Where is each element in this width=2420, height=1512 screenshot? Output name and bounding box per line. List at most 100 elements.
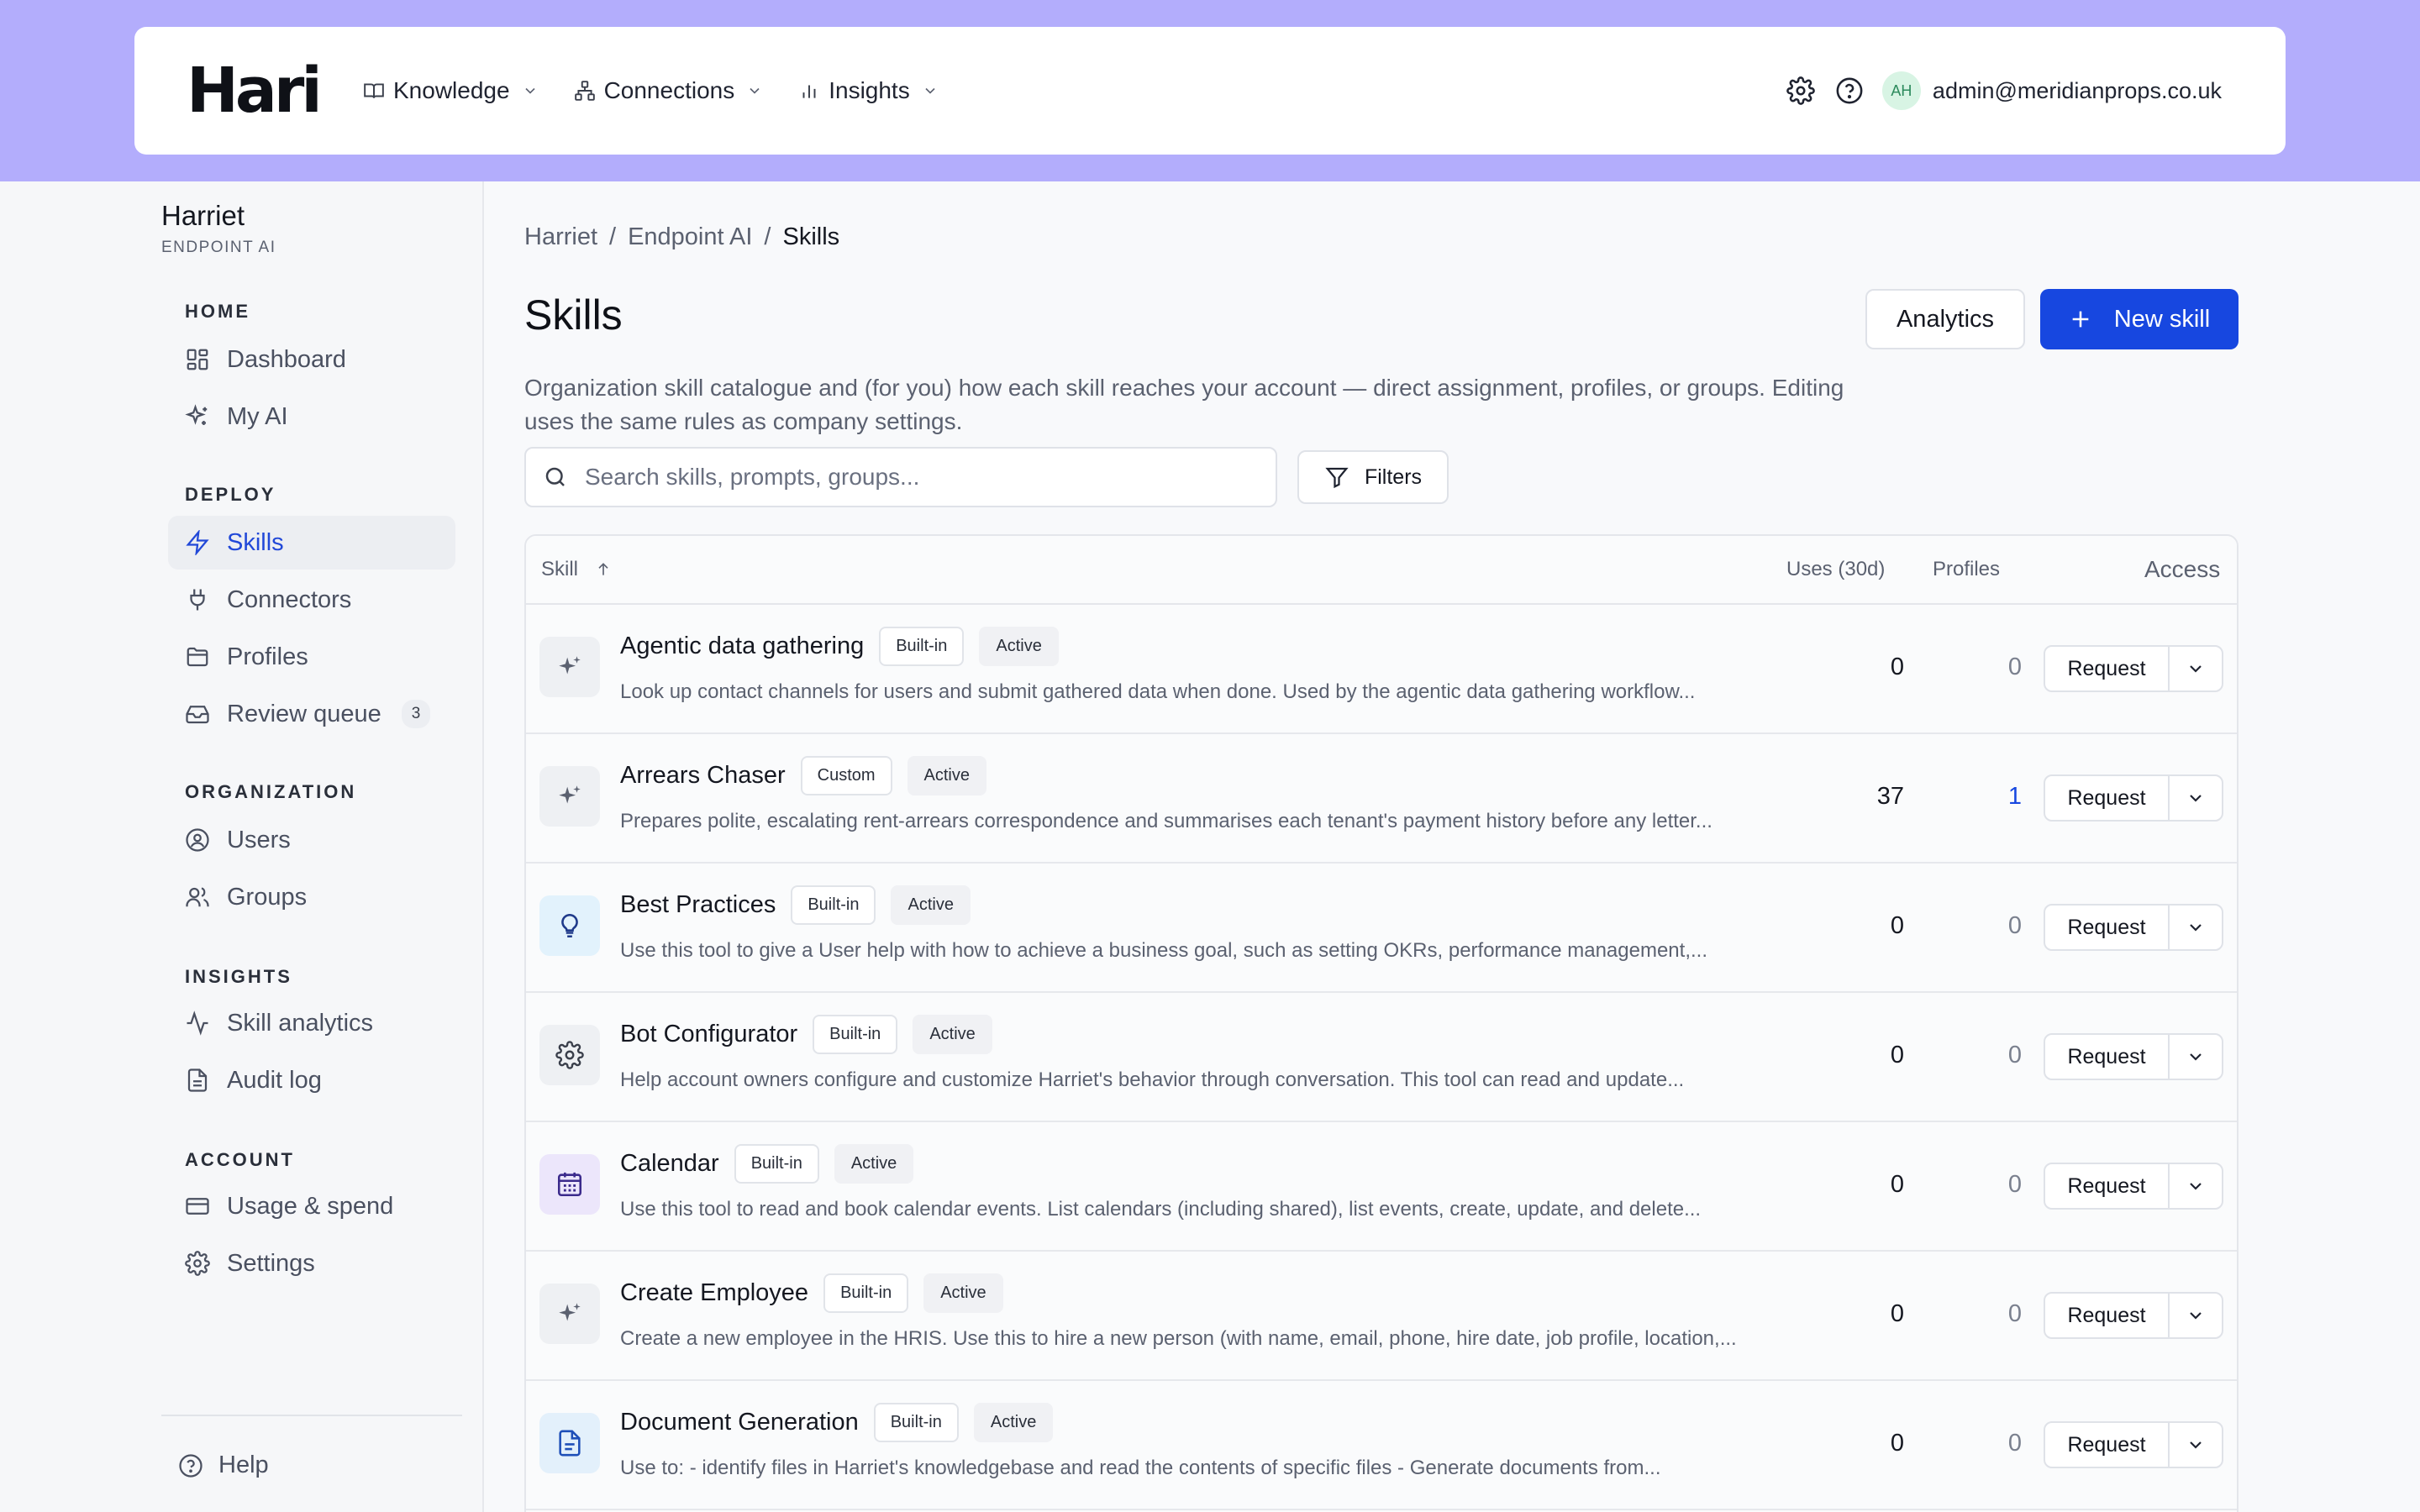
chevron-down-icon [2190, 1053, 2202, 1061]
main-nav: Knowledge Connections Insights [363, 27, 974, 155]
sidebar-item-label: Groups [227, 883, 308, 911]
skill-name[interactable]: Bot Configurator [620, 1021, 797, 1048]
skill-name[interactable]: Calendar [620, 1150, 719, 1178]
sidebar-item-settings[interactable]: Settings [168, 1236, 455, 1290]
nav-knowledge-label: Knowledge [393, 77, 510, 103]
skill-icon-container [539, 766, 600, 827]
table-row[interactable]: Document Generation Built-in Active Use … [526, 1381, 2237, 1510]
table-row[interactable]: Best Practices Built-in Active Use this … [526, 864, 2237, 993]
sidebar-item-profiles[interactable]: Profiles [168, 630, 455, 684]
skill-name-area: Best Practices Built-in Active [620, 885, 971, 925]
skill-icon-container [539, 1413, 600, 1473]
search-input[interactable] [585, 464, 1240, 491]
profiles-count-link[interactable]: 1 [1971, 783, 2022, 811]
request-button[interactable]: Request [2045, 1423, 2170, 1467]
skill-description: Help account owners configure and custom… [620, 1068, 1685, 1091]
chevron-down-icon [2190, 1441, 2202, 1449]
sidebar-item-my-ai[interactable]: My AI [168, 390, 455, 444]
filter-icon [1325, 467, 1349, 489]
skill-name[interactable]: Document Generation [620, 1409, 859, 1436]
sidebar-item-review-queue[interactable]: Review queue 3 [168, 687, 455, 741]
section-title-organization: ORGANIZATION [185, 781, 357, 802]
new-skill-button[interactable]: New skill [2040, 289, 2238, 349]
sidebar-item-audit-log[interactable]: Audit log [168, 1053, 455, 1107]
section-title-account: ACCOUNT [185, 1149, 295, 1170]
logo[interactable]: Hari [187, 57, 323, 124]
column-header-uses[interactable]: Uses (30d) [1786, 558, 1885, 581]
skill-name[interactable]: Arrears Chaser [620, 762, 786, 790]
table-row[interactable]: Calendar Built-in Active Use this tool t… [526, 1122, 2237, 1252]
network-icon [574, 81, 595, 101]
section-title-deploy: DEPLOY [185, 484, 276, 505]
request-dropdown-toggle[interactable] [2170, 1294, 2222, 1337]
sidebar-item-label: Settings [227, 1249, 315, 1277]
sidebar-item-skill-analytics[interactable]: Skill analytics [168, 996, 455, 1050]
settings-gear-icon[interactable] [1786, 76, 1815, 105]
user-circle-icon [186, 828, 209, 852]
sidebar-help[interactable]: Help [178, 1452, 269, 1479]
skill-name[interactable]: Best Practices [620, 891, 776, 919]
uses-count: 0 [1890, 1430, 1904, 1457]
sidebar-item-label: Skills [227, 528, 284, 556]
sidebar-item-label: Connectors [227, 585, 352, 613]
request-button[interactable]: Request [2045, 1294, 2170, 1337]
request-button[interactable]: Request [2045, 906, 2170, 949]
sidebar-item-users[interactable]: Users [168, 813, 455, 867]
sort-arrow-up-icon [598, 563, 608, 575]
nav-knowledge[interactable]: Knowledge [363, 77, 539, 104]
filters-button[interactable]: Filters [1297, 450, 1449, 504]
request-dropdown-toggle[interactable] [2170, 1164, 2222, 1208]
sidebar-item-label: Users [227, 826, 291, 853]
request-button-group: Request [2044, 1292, 2223, 1339]
sidebar-item-label: Skill analytics [227, 1009, 374, 1037]
status-badge: Active [834, 1144, 914, 1184]
request-dropdown-toggle[interactable] [2170, 1035, 2222, 1079]
page-description: Organization skill catalogue and (for yo… [524, 375, 1844, 434]
request-button-group: Request [2044, 1033, 2223, 1080]
request-dropdown-toggle[interactable] [2170, 906, 2222, 949]
nav-connections-label: Connections [603, 77, 735, 103]
table-row[interactable]: Bot Configurator Built-in Active Help ac… [526, 993, 2237, 1122]
filters-label: Filters [1364, 465, 1423, 489]
table-row[interactable]: Agentic data gathering Built-in Active L… [526, 605, 2237, 734]
breadcrumb: Harriet / Endpoint AI / Skills [524, 223, 839, 251]
breadcrumb-harriet[interactable]: Harriet [524, 223, 597, 251]
request-button[interactable]: Request [2045, 647, 2170, 690]
sidebar-item-skills[interactable]: Skills [168, 516, 455, 570]
help-circle-icon[interactable] [1835, 76, 1864, 105]
skill-icon-container [539, 637, 600, 697]
skill-icon-container [539, 895, 600, 956]
request-dropdown-toggle[interactable] [2170, 647, 2222, 690]
lightbulb-icon [561, 913, 578, 938]
table-row[interactable]: Arrears Chaser Custom Active Prepares po… [526, 734, 2237, 864]
nav-connections[interactable]: Connections [574, 77, 764, 104]
request-dropdown-toggle[interactable] [2170, 776, 2222, 820]
request-button[interactable]: Request [2045, 1035, 2170, 1079]
lightning-icon [186, 530, 209, 555]
user-email[interactable]: admin@meridianprops.co.uk [1933, 78, 2222, 104]
skill-description: Use this tool to give a User help with h… [620, 939, 1707, 962]
sidebar-divider [161, 1415, 462, 1416]
request-dropdown-toggle[interactable] [2170, 1423, 2222, 1467]
column-header-skill[interactable]: Skill [541, 558, 612, 581]
skill-name-area: Agentic data gathering Built-in Active [620, 627, 1059, 666]
analytics-button[interactable]: Analytics [1865, 289, 2025, 349]
sidebar-item-groups[interactable]: Groups [168, 870, 455, 924]
sidebar-item-usage-spend[interactable]: Usage & spend [168, 1179, 455, 1233]
top-nav-bar: Hari Knowledge Connections Insights AH a… [134, 27, 2286, 155]
breadcrumb-endpoint-ai[interactable]: Endpoint AI [628, 223, 752, 251]
request-button[interactable]: Request [2045, 776, 2170, 820]
column-header-profiles[interactable]: Profiles [1933, 558, 2000, 581]
profiles-count: 0 [2007, 654, 2022, 680]
avatar[interactable]: AH [1881, 71, 1921, 110]
nav-insights[interactable]: Insights [798, 77, 939, 104]
skill-type-badge: Built-in [734, 1144, 819, 1184]
request-button[interactable]: Request [2045, 1164, 2170, 1208]
skill-name[interactable]: Create Employee [620, 1279, 808, 1307]
sidebar-item-label: Usage & spend [227, 1192, 394, 1220]
sidebar-item-dashboard[interactable]: Dashboard [168, 333, 455, 386]
table-row[interactable]: Create Employee Built-in Active Create a… [526, 1252, 2237, 1381]
sidebar-item-connectors[interactable]: Connectors [168, 573, 455, 627]
new-skill-label: New skill [2113, 305, 2211, 333]
skill-name[interactable]: Agentic data gathering [620, 633, 864, 660]
